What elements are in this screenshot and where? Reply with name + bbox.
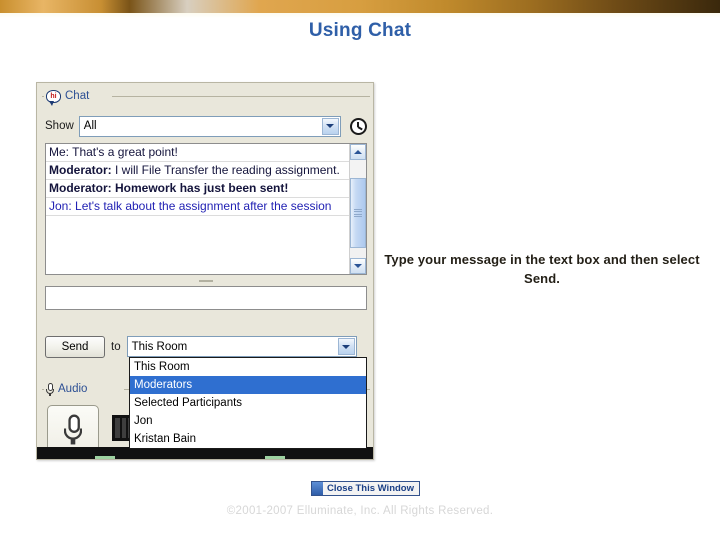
chat-message-text: That's a great point! xyxy=(69,145,178,159)
message-input[interactable] xyxy=(45,286,367,310)
recipient-option[interactable]: Kristan Bain xyxy=(130,430,366,448)
chat-message: Me: That's a great point! xyxy=(46,144,349,162)
instruction-text: Type your message in the text box and th… xyxy=(384,252,700,286)
show-filter-value: All xyxy=(83,120,97,132)
scrollbar-grip-icon xyxy=(354,207,362,219)
microphone-icon xyxy=(46,382,54,396)
send-button[interactable]: Send xyxy=(45,335,105,358)
scroll-down-button[interactable] xyxy=(350,258,366,274)
banner-fade xyxy=(0,13,720,18)
chevron-down-icon[interactable] xyxy=(337,338,355,355)
chat-message-text: Homework has just been sent! xyxy=(111,181,289,195)
show-label: Show xyxy=(45,120,74,132)
recipient-value: This Room xyxy=(131,340,188,353)
recipient-select[interactable]: This Room xyxy=(126,336,357,357)
slide-canvas: Using Chat hi Chat Show All Me: That's a… xyxy=(0,0,720,540)
green-indicator-left xyxy=(95,456,115,459)
clock-icon[interactable] xyxy=(349,117,367,135)
show-filter-row: Show All xyxy=(45,115,367,137)
show-filter-select[interactable]: All xyxy=(78,115,341,137)
audio-group-label-wrap: Audio xyxy=(44,380,92,398)
chat-transcript-panel: Me: That's a great point! Moderator: I wi… xyxy=(45,143,367,275)
recipient-option[interactable]: This Room xyxy=(130,358,366,376)
chat-group-header: hi Chat xyxy=(42,87,370,106)
to-label: to xyxy=(111,340,121,353)
recipient-option[interactable]: Selected Participants xyxy=(130,394,366,412)
chat-group-label-wrap: hi Chat xyxy=(44,87,94,106)
microphone-icon xyxy=(63,414,83,444)
transcript-scrollbar[interactable] xyxy=(349,144,366,274)
top-gold-banner xyxy=(0,0,720,13)
group-rule-right xyxy=(112,96,370,97)
copyright-notice: ©2001-2007 Elluminate, Inc. All Rights R… xyxy=(226,505,494,517)
chat-message-text: Let's talk about the assignment after th… xyxy=(71,199,332,213)
close-button-label: Close This Window xyxy=(327,483,414,494)
chat-message: Moderator: I will File Transfer the read… xyxy=(46,162,349,180)
recipient-option[interactable]: Moderators xyxy=(130,376,366,394)
page-title: Using Chat xyxy=(308,20,412,41)
close-this-window-button[interactable]: Close This Window xyxy=(311,481,420,496)
chat-group-label: Chat xyxy=(65,90,90,102)
chat-message-text: I will File Transfer the reading assignm… xyxy=(111,163,340,177)
hi-speech-bubble-icon: hi xyxy=(46,89,61,106)
close-icon xyxy=(312,482,323,495)
recipient-dropdown-list[interactable]: This Room Moderators Selected Participants… xyxy=(129,357,367,449)
talk-microphone-button[interactable] xyxy=(47,405,99,453)
scrollbar-thumb[interactable] xyxy=(350,178,366,248)
chat-message: Moderator: Homework has just been sent! xyxy=(46,180,349,198)
chat-message-speaker: Jon: xyxy=(49,199,72,213)
chat-message: Jon: Let's talk about the assignment aft… xyxy=(46,198,349,216)
chat-message-speaker: Moderator: xyxy=(49,181,112,195)
panel-splitter-handle[interactable] xyxy=(45,277,367,284)
chat-message-speaker: Me: xyxy=(49,145,70,159)
chevron-down-icon[interactable] xyxy=(321,117,339,135)
scrollbar-track-top[interactable] xyxy=(350,160,366,178)
chat-message-speaker: Moderator: xyxy=(49,163,112,177)
green-indicator-right xyxy=(265,456,285,459)
audio-group-label: Audio xyxy=(58,383,88,395)
chat-transcript[interactable]: Me: That's a great point! Moderator: I wi… xyxy=(46,144,349,274)
chat-window: hi Chat Show All Me: That's a great poin… xyxy=(36,82,374,460)
scroll-up-button[interactable] xyxy=(350,144,366,160)
recipient-option[interactable]: Jon xyxy=(130,412,366,430)
send-row: Send to This Room xyxy=(45,335,367,358)
